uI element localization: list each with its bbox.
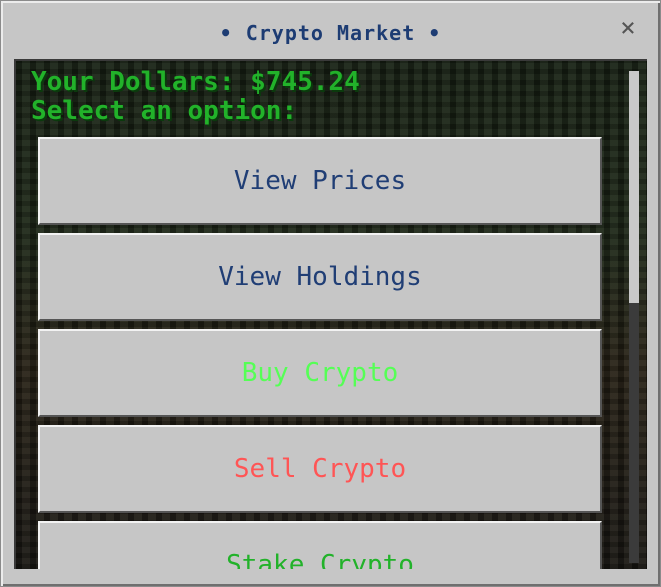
- stake-crypto-button[interactable]: Stake Crypto: [38, 521, 602, 569]
- menu-scroll-area[interactable]: Your Dollars: $745.24 Select an option: …: [14, 59, 647, 569]
- close-icon[interactable]: ×: [616, 14, 640, 42]
- crypto-market-window: • Crypto Market • × Your Dollars: $745.2…: [0, 0, 661, 587]
- select-option-prompt: Select an option:: [31, 96, 298, 126]
- buy-crypto-button[interactable]: Buy Crypto: [38, 329, 602, 417]
- dollars-balance: Your Dollars: $745.24: [31, 67, 360, 97]
- title-bar: • Crypto Market • ×: [1, 1, 660, 57]
- view-prices-button[interactable]: View Prices: [38, 137, 602, 225]
- window-title: • Crypto Market •: [219, 21, 442, 45]
- scrollbar-thumb[interactable]: [629, 71, 639, 303]
- view-holdings-button[interactable]: View Holdings: [38, 233, 602, 321]
- sell-crypto-button[interactable]: Sell Crypto: [38, 425, 602, 513]
- scrollbar-track[interactable]: [629, 71, 639, 563]
